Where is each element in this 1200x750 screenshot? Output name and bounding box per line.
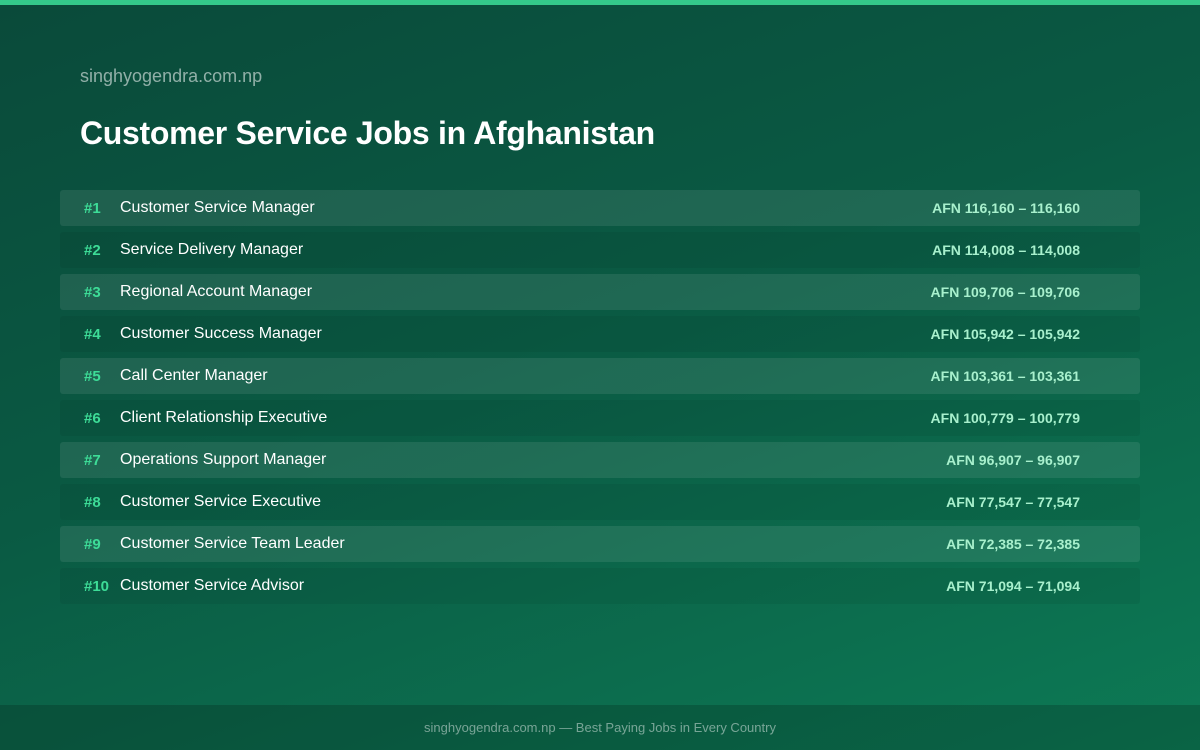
job-rank: #2 (84, 241, 101, 259)
job-list: #1 Customer Service Manager AFN 116,160 … (60, 190, 1140, 610)
job-row: #9 Customer Service Team Leader AFN 72,3… (60, 526, 1140, 562)
job-rank: #8 (84, 493, 101, 511)
job-salary: AFN 100,779 – 100,779 (930, 410, 1080, 426)
job-row: #10 Customer Service Advisor AFN 71,094 … (60, 568, 1140, 604)
job-rank: #9 (84, 535, 101, 553)
job-rank: #6 (84, 409, 101, 427)
job-salary: AFN 71,094 – 71,094 (946, 578, 1080, 594)
job-salary: AFN 103,361 – 103,361 (930, 368, 1080, 384)
job-row: #6 Client Relationship Executive AFN 100… (60, 400, 1140, 436)
job-row: #8 Customer Service Executive AFN 77,547… (60, 484, 1140, 520)
job-salary: AFN 72,385 – 72,385 (946, 536, 1080, 552)
job-title: Regional Account Manager (120, 283, 313, 300)
job-title: Client Relationship Executive (120, 409, 328, 426)
job-salary: AFN 105,942 – 105,942 (930, 326, 1080, 342)
job-salary: AFN 116,160 – 116,160 (932, 200, 1080, 216)
job-title: Customer Service Advisor (120, 577, 305, 594)
job-rank: #3 (84, 283, 101, 301)
footer-text: singhyogendra.com.np — Best Paying Jobs … (424, 720, 776, 735)
job-row: #4 Customer Success Manager AFN 105,942 … (60, 316, 1140, 352)
job-row: #2 Service Delivery Manager AFN 114,008 … (60, 232, 1140, 268)
site-name: singhyogendra.com.np (80, 66, 263, 86)
job-title: Customer Success Manager (120, 325, 322, 342)
job-row: #7 Operations Support Manager AFN 96,907… (60, 442, 1140, 478)
job-salary: AFN 96,907 – 96,907 (946, 452, 1080, 468)
job-rank: #1 (84, 199, 101, 217)
job-title: Customer Service Manager (120, 199, 315, 216)
job-rank: #7 (84, 451, 101, 469)
job-salary: AFN 114,008 – 114,008 (932, 242, 1080, 258)
job-salary: AFN 77,547 – 77,547 (946, 494, 1080, 510)
job-rank: #4 (84, 325, 101, 343)
job-rank: #10 (84, 577, 110, 595)
job-row: #3 Regional Account Manager AFN 109,706 … (60, 274, 1140, 310)
page-title: Customer Service Jobs in Afghanistan (80, 115, 655, 151)
job-row: #1 Customer Service Manager AFN 116,160 … (60, 190, 1140, 226)
job-salary: AFN 109,706 – 109,706 (930, 284, 1080, 300)
top-accent-bar (0, 0, 1200, 5)
job-rank: #5 (84, 367, 101, 385)
job-title: Customer Service Executive (120, 493, 321, 510)
job-title: Operations Support Manager (120, 451, 327, 468)
job-title: Customer Service Team Leader (120, 535, 345, 552)
footer: singhyogendra.com.np — Best Paying Jobs … (0, 705, 1200, 750)
job-title: Call Center Manager (120, 367, 268, 384)
job-row: #5 Call Center Manager AFN 103,361 – 103… (60, 358, 1140, 394)
job-title: Service Delivery Manager (120, 241, 304, 258)
